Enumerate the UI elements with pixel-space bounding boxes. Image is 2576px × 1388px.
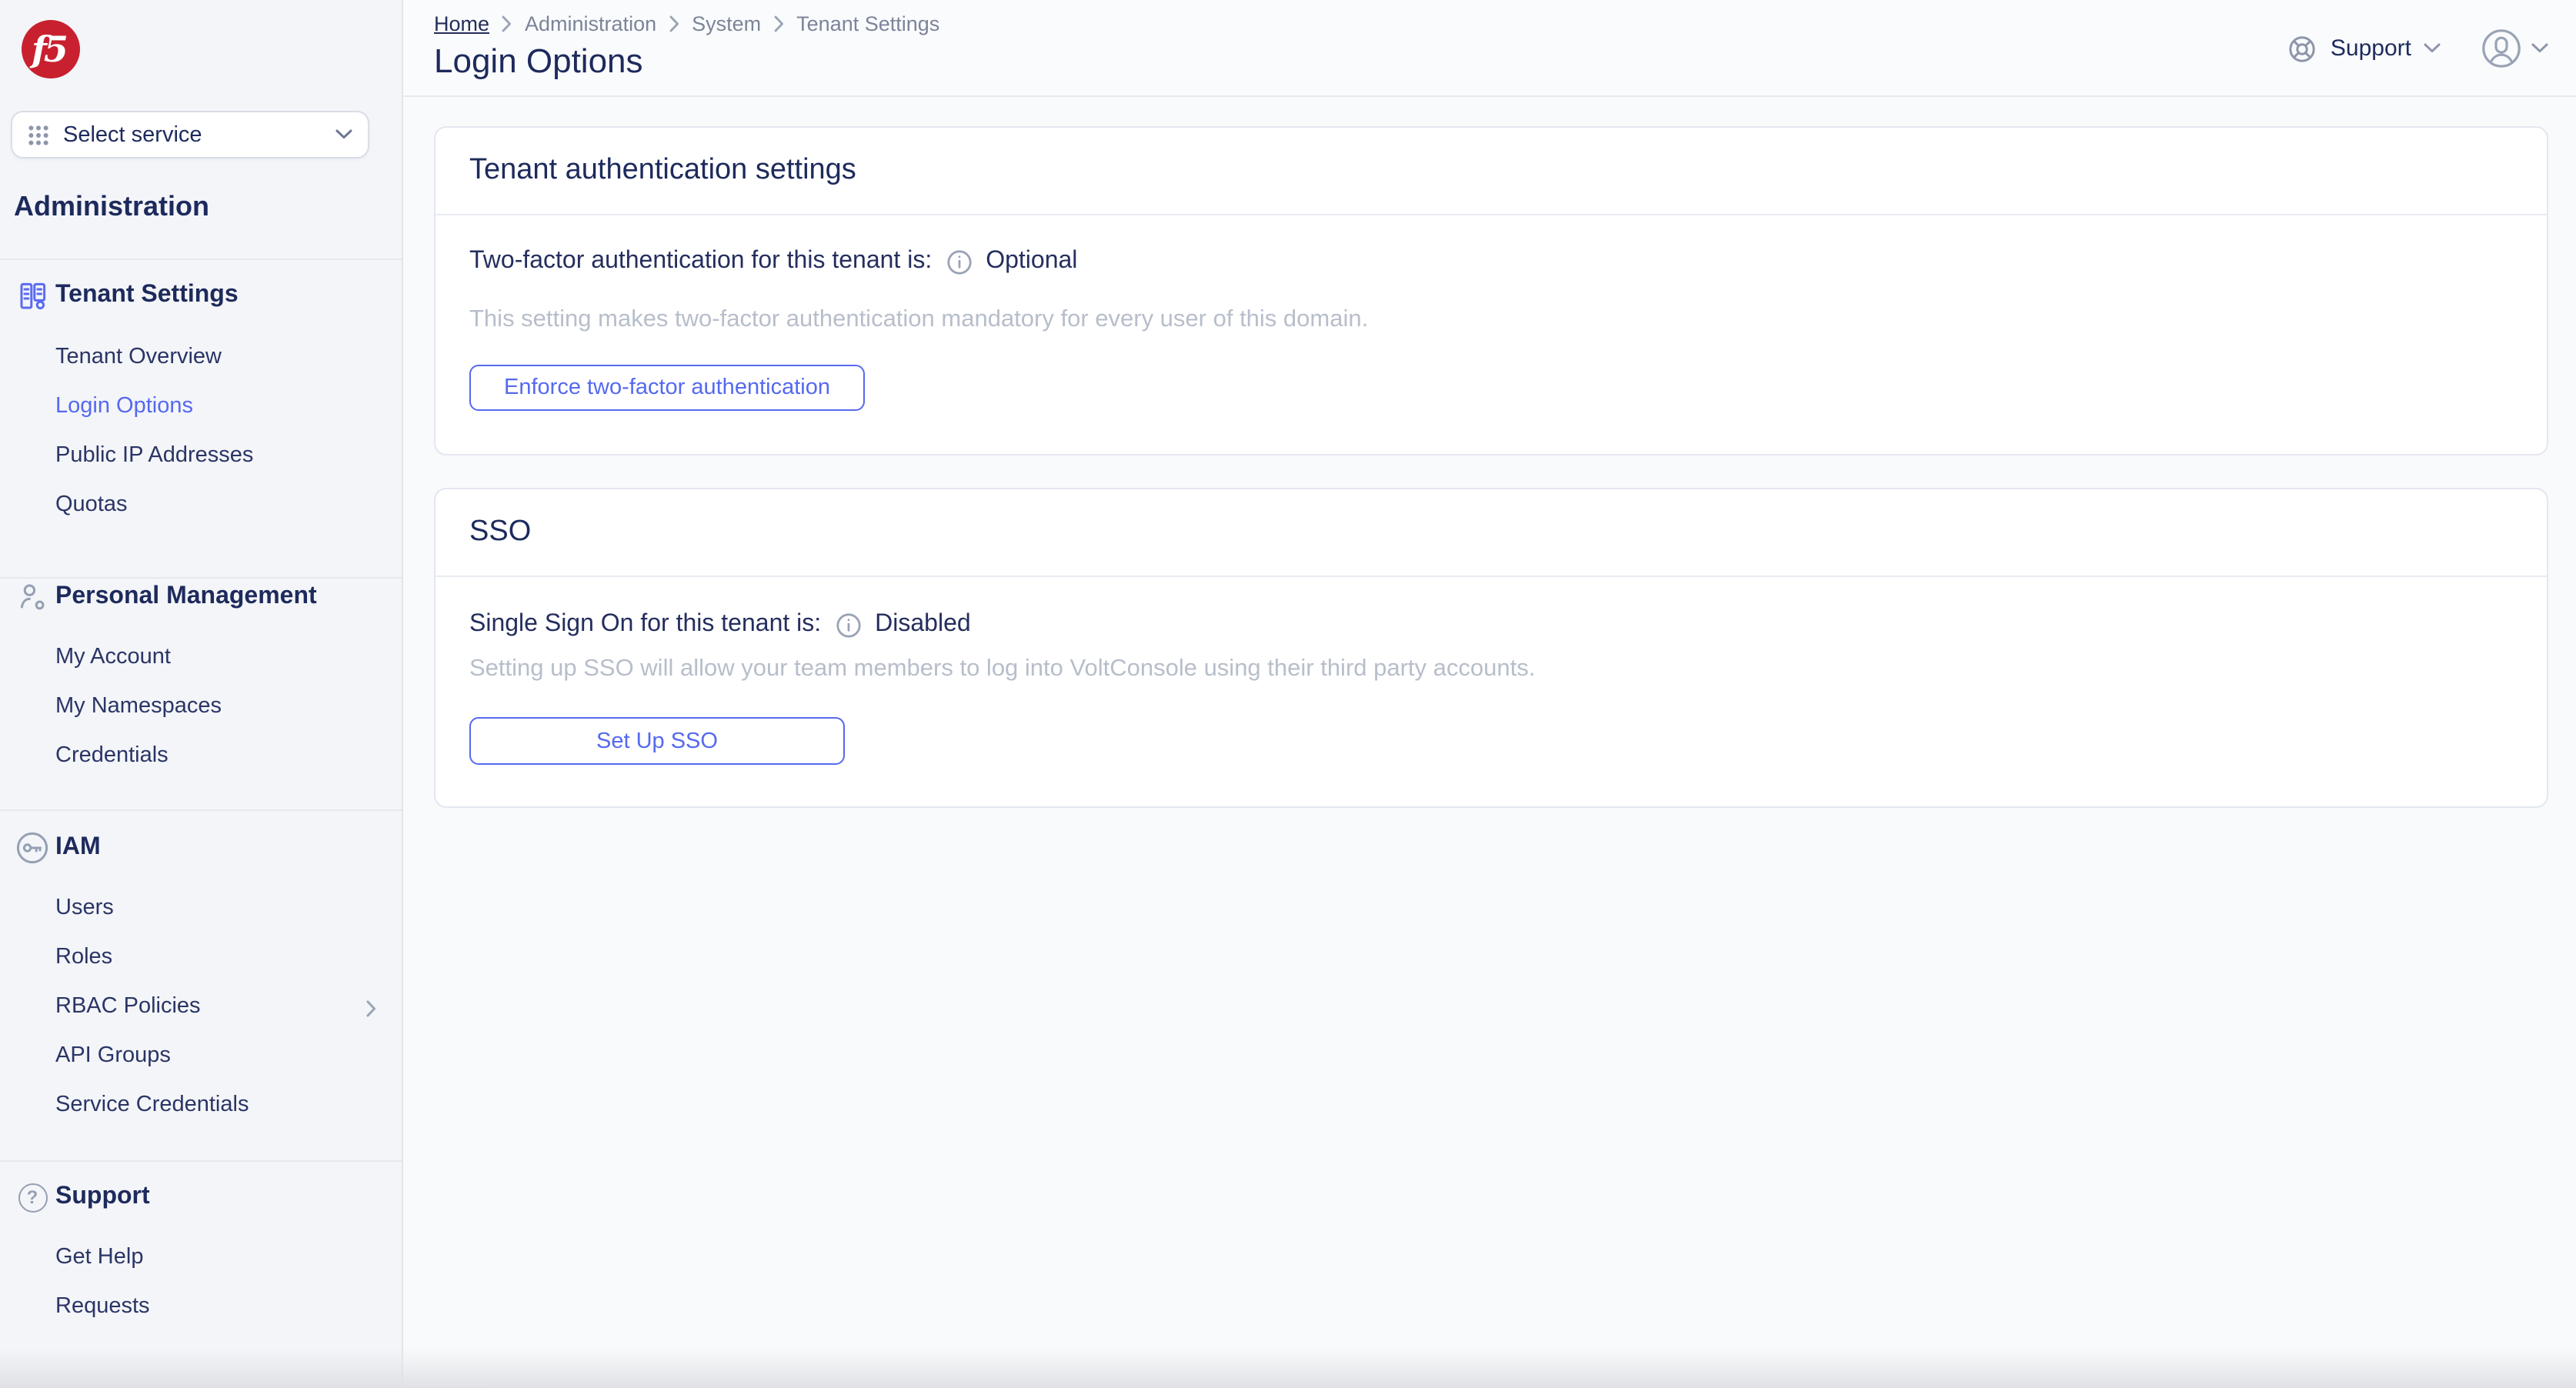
button-label: Enforce two-factor authentication [504,375,830,400]
two-factor-status-value: Optional [986,248,1078,274]
info-icon[interactable] [946,249,972,275]
info-icon[interactable] [835,612,861,638]
key-icon [14,829,51,866]
sidebar-section-personal-management[interactable]: Personal Management [0,577,402,617]
breadcrumb-home[interactable]: Home [434,12,489,35]
chevron-down-icon [2424,43,2441,53]
sso-status-label: Single Sign On for this tenant is: [469,611,822,637]
sidebar-item-label: My Account [55,645,171,669]
f5-logo-text: f5 [32,28,68,70]
person-gear-icon [14,579,51,616]
card-title: Tenant authentication settings [469,154,856,186]
sidebar-item-quotas[interactable]: Quotas [0,485,402,525]
sidebar-item-label: RBAC Policies [55,994,201,1019]
header-actions: Support [2287,0,2548,97]
tenant-authentication-card: Tenant authentication settings Two-facto… [434,126,2548,455]
sso-status-value: Disabled [875,611,971,637]
support-menu-label: Support [2330,35,2411,62]
card-header: SSO [435,489,2547,577]
sidebar-item-label: Users [55,896,114,920]
divider [0,259,402,260]
sidebar-item-public-ip-addresses[interactable]: Public IP Addresses [0,435,402,475]
sidebar-item-login-options[interactable]: Login Options [0,386,402,426]
sidebar-section-title: Tenant Settings [55,282,239,308]
two-factor-status-row: Two-factor authentication for this tenan… [469,248,1077,275]
sidebar-item-label: Roles [55,945,113,969]
sidebar-item-api-groups[interactable]: API Groups [0,1036,402,1076]
sidebar-item-rbac-policies[interactable]: RBAC Policies [0,986,402,1026]
chevron-down-icon [2531,43,2548,53]
sidebar-heading: Administration [14,191,210,222]
f5-logo[interactable]: f5 [22,20,80,78]
sidebar-item-label: Get Help [55,1245,144,1270]
chevron-right-icon [366,999,377,1023]
breadcrumb-administration[interactable]: Administration [525,12,656,35]
divider [0,809,402,811]
sidebar-item-label: Credentials [55,743,169,768]
divider [0,1160,402,1162]
sidebar-item-tenant-overview[interactable]: Tenant Overview [0,337,402,377]
buildings-gear-icon [14,277,51,314]
sidebar: f5 Select service Administration Tenant … [0,0,403,1388]
sidebar-section-tenant-settings[interactable]: Tenant Settings [0,275,402,315]
breadcrumb-tenant-settings[interactable]: Tenant Settings [796,12,939,35]
sidebar-section-support[interactable]: ? Support [0,1177,402,1217]
sidebar-item-requests[interactable]: Requests [0,1286,402,1326]
sidebar-item-label: Tenant Overview [55,345,222,369]
user-menu[interactable] [2481,28,2548,69]
two-factor-description: This setting makes two-factor authentica… [469,306,1369,332]
sidebar-item-label: Public IP Addresses [55,443,254,468]
life-ring-icon [2290,35,2316,62]
grid-icon [28,125,48,145]
two-factor-status-label: Two-factor authentication for this tenan… [469,248,933,274]
sidebar-section-iam[interactable]: IAM [0,828,402,868]
sidebar-item-label: API Groups [55,1043,171,1068]
sidebar-section-title: IAM [55,834,101,860]
set-up-sso-button[interactable]: Set Up SSO [469,717,845,765]
avatar-icon [2482,29,2521,68]
sso-card: SSO Single Sign On for this tenant is: D… [434,488,2548,808]
sidebar-section-title: Support [55,1183,150,1209]
sidebar-item-roles[interactable]: Roles [0,937,402,977]
card-title: SSO [469,515,532,548]
page-title: Login Options [434,42,643,80]
breadcrumb: Home Administration System Tenant Settin… [434,12,939,35]
sidebar-item-label: Requests [55,1294,150,1319]
help-circle-icon: ? [14,1179,51,1216]
card-header: Tenant authentication settings [435,128,2547,215]
sidebar-item-credentials[interactable]: Credentials [0,736,402,776]
enforce-two-factor-button[interactable]: Enforce two-factor authentication [469,365,865,411]
service-selector[interactable]: Select service [11,111,369,158]
top-header: Home Administration System Tenant Settin… [403,0,2576,97]
sidebar-item-get-help[interactable]: Get Help [0,1237,402,1277]
chevron-right-icon [669,15,679,32]
sidebar-item-label: My Namespaces [55,694,222,719]
sidebar-item-my-account[interactable]: My Account [0,637,402,677]
sidebar-item-my-namespaces[interactable]: My Namespaces [0,686,402,726]
sidebar-item-label: Quotas [55,492,128,517]
voltconsole-app: f5 Select service Administration Tenant … [0,0,2576,1388]
sidebar-item-service-credentials[interactable]: Service Credentials [0,1085,402,1125]
sso-status-row: Single Sign On for this tenant is: Disab… [469,611,971,639]
sidebar-item-label: Login Options [55,394,193,419]
chevron-down-icon [335,129,352,139]
breadcrumb-system[interactable]: System [692,12,761,35]
service-selector-label: Select service [63,122,202,147]
chevron-right-icon [773,15,783,32]
chevron-right-icon [502,15,512,32]
sidebar-item-label: Service Credentials [55,1093,249,1117]
button-label: Set Up SSO [596,729,718,753]
sidebar-item-users[interactable]: Users [0,888,402,928]
sidebar-section-title: Personal Management [55,583,317,609]
sso-description: Setting up SSO will allow your team memb… [469,656,1536,682]
support-menu[interactable]: Support [2287,33,2441,64]
